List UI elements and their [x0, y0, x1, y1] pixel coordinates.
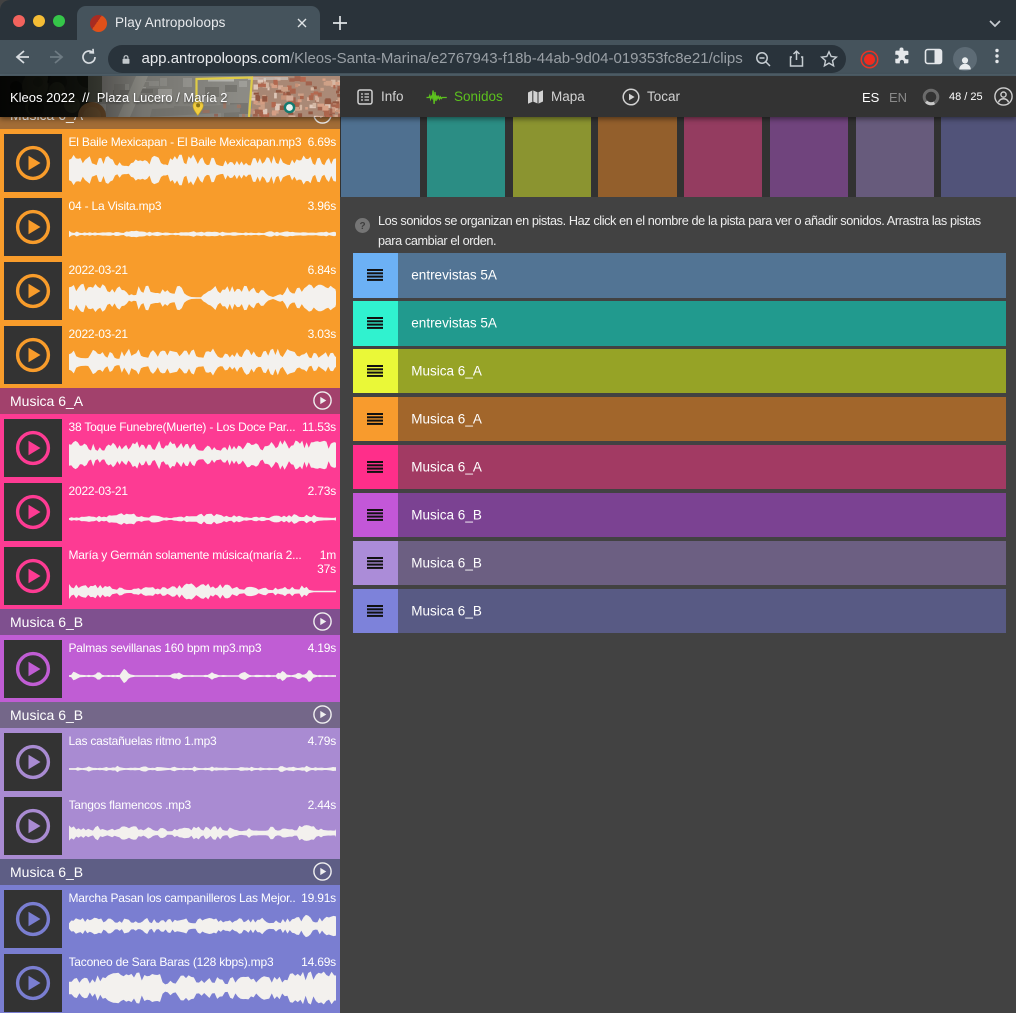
svg-text:?: ?	[359, 221, 365, 232]
